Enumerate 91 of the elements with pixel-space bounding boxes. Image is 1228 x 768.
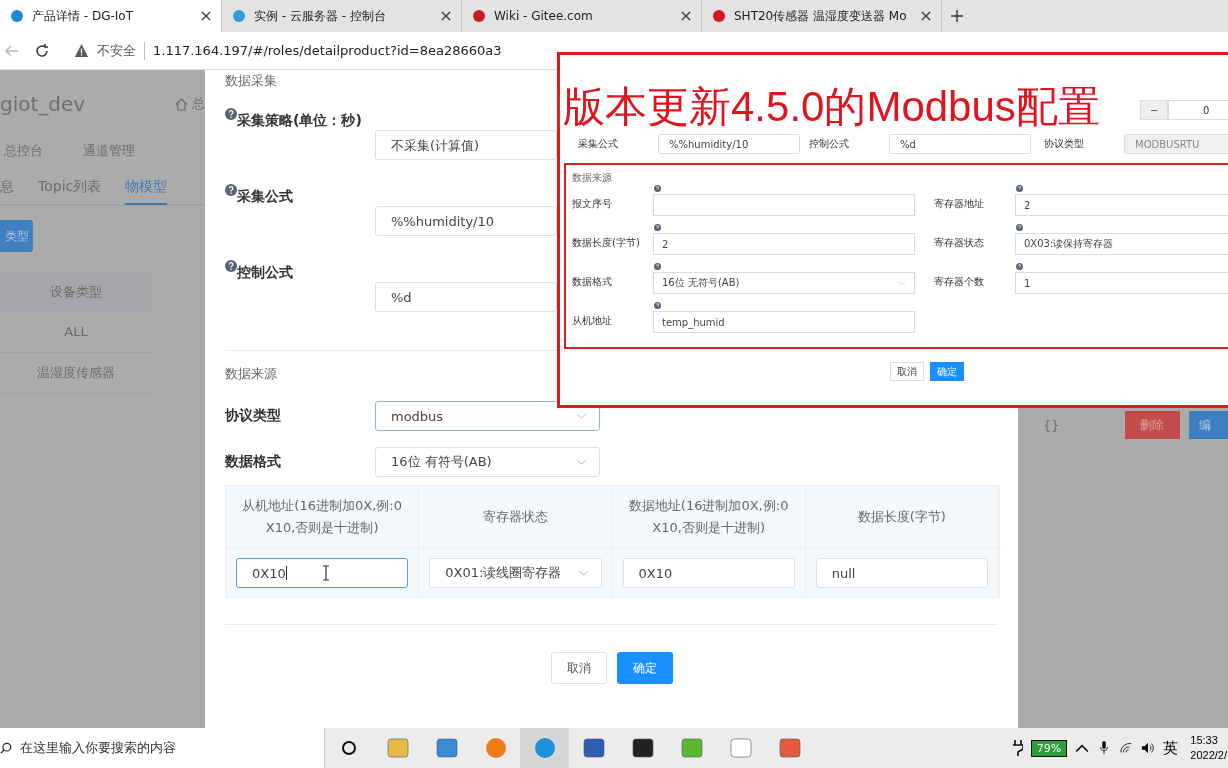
field-label: 从机地址 xyxy=(572,314,613,328)
input-field[interactable]: %%humidity/10 xyxy=(658,134,800,154)
input-field[interactable]: 2 xyxy=(1015,194,1228,216)
browser-tab[interactable]: Wiki - Gitee.com xyxy=(462,0,702,32)
field-label: 控制公式 xyxy=(237,264,293,282)
url-text: 1.117.164.197/#/roles/detailproduct?id=8ea28660a3 xyxy=(153,43,502,58)
browser-tab[interactable]: 实例 - 云服务器 - 控制台 xyxy=(222,0,462,32)
field-label: 寄存器状态 xyxy=(934,236,985,250)
address-bar[interactable]: 不安全 1.117.164.197/#/roles/detailproduct?id=8ea28660a3 xyxy=(64,37,512,64)
help-icon[interactable] xyxy=(654,302,661,309)
field-label: 数据格式 xyxy=(225,453,282,471)
section-title: 数据来源 xyxy=(225,365,277,383)
circle-icon[interactable] xyxy=(341,740,357,756)
field-label: 采集策略(单位：秒) xyxy=(237,112,362,130)
field-label: 协议类型 xyxy=(1044,137,1085,151)
wifi-icon[interactable] xyxy=(1119,741,1134,755)
security-label: 不安全 xyxy=(97,41,145,60)
headline: 版本更新4.5.0的Modbus配置 xyxy=(563,82,1100,132)
value-text: {} xyxy=(1043,417,1061,433)
plug-icon xyxy=(1012,740,1023,756)
text-cursor-icon xyxy=(322,565,330,581)
app-icon[interactable] xyxy=(680,737,703,759)
field-label: 协议类型 xyxy=(225,407,282,425)
input-method-indicator[interactable]: 英 xyxy=(1163,738,1179,758)
cancel-button[interactable]: 取消 xyxy=(550,652,607,684)
help-icon[interactable] xyxy=(225,108,237,120)
chevron-down-icon xyxy=(577,569,589,577)
input-field[interactable]: 不采集(计算值) xyxy=(375,130,557,160)
search-field[interactable]: 在这里输入你要搜索的内容 xyxy=(0,728,325,768)
field-label: 采集公式 xyxy=(237,188,293,206)
help-icon[interactable] xyxy=(654,263,661,270)
help-icon[interactable] xyxy=(1016,185,1023,192)
minus-button[interactable]: − xyxy=(1140,100,1169,120)
close-icon[interactable] xyxy=(201,11,211,21)
input-field[interactable]: %%humidity/10 xyxy=(375,206,557,236)
cancel-button[interactable]: 取消 xyxy=(890,362,924,381)
number-field[interactable]: 0 xyxy=(1168,100,1228,120)
help-icon[interactable] xyxy=(1016,224,1023,231)
help-icon[interactable] xyxy=(654,224,661,231)
close-icon[interactable] xyxy=(921,11,931,21)
select-field[interactable]: 0X01:读线圈寄存器 xyxy=(429,558,602,588)
input-field[interactable]: 0X03:读保持寄存器 xyxy=(1015,233,1228,255)
input-field[interactable] xyxy=(653,194,915,216)
app-icon[interactable] xyxy=(778,737,801,759)
favicon-icon xyxy=(472,9,486,23)
field-label: 控制公式 xyxy=(809,137,850,151)
column-header: 寄存器状态 xyxy=(419,486,613,549)
chevron-down-icon xyxy=(576,458,587,466)
field-label: 数据格式 xyxy=(572,275,613,289)
browser-tab[interactable]: 产品详情 - DG-IoT xyxy=(0,0,222,32)
input-field[interactable]: %d xyxy=(375,282,557,312)
select-field[interactable]: 16位 有符号(AB) xyxy=(375,447,600,477)
field-label: 寄存器地址 xyxy=(934,197,985,211)
input-field[interactable]: 0X10 xyxy=(236,558,409,588)
clock-time[interactable]: 15:33 xyxy=(1190,733,1227,748)
table-header: 设备类型 xyxy=(0,272,152,312)
chevron-down-icon xyxy=(576,412,587,420)
help-icon[interactable] xyxy=(654,185,661,192)
browser-tab[interactable]: SHT20传感器 温湿度变送器 Mo xyxy=(702,0,942,32)
field-label: 寄存器个数 xyxy=(934,275,985,289)
field-label: 数据长度(字节) xyxy=(572,236,641,250)
section-title: 数据来源 xyxy=(572,171,613,185)
help-icon[interactable] xyxy=(225,184,237,196)
warning-icon xyxy=(74,43,89,58)
column-header: 数据地址(16进制加0X,例:0X10,否则是十进制) xyxy=(612,486,806,549)
help-icon[interactable] xyxy=(1016,263,1023,270)
field-label: 报文序号 xyxy=(572,197,613,211)
input-field[interactable]: null xyxy=(815,558,988,588)
input-field[interactable]: 2 xyxy=(653,233,915,255)
input-field[interactable]: 0X10 xyxy=(622,558,795,588)
close-icon[interactable] xyxy=(441,11,451,21)
search-icon xyxy=(0,741,12,755)
close-icon[interactable] xyxy=(681,11,691,21)
refresh-icon[interactable] xyxy=(34,42,50,59)
column-header: 数据长度(字节) xyxy=(805,486,999,549)
chevron-down-icon xyxy=(898,280,906,286)
favicon-icon xyxy=(10,9,24,23)
input-field[interactable]: temp_humid xyxy=(653,311,915,333)
select-field[interactable]: 16位 无符号(AB) xyxy=(653,272,915,294)
clock-date[interactable]: 2022/2/ xyxy=(1190,748,1227,763)
new-tab-icon[interactable] xyxy=(950,9,964,23)
input-field[interactable]: 1 xyxy=(1015,272,1228,294)
favicon-icon xyxy=(232,9,246,23)
column-header: 从机地址(16进制加0X,例:0X10,否则是十进制) xyxy=(226,486,420,549)
section-title: 数据采集 xyxy=(225,72,277,90)
project-name: giot_dev xyxy=(0,92,87,116)
field-label: 采集公式 xyxy=(578,137,619,151)
input-field[interactable]: %d xyxy=(889,134,1031,154)
favicon-icon xyxy=(712,9,726,23)
help-icon[interactable] xyxy=(225,260,237,272)
speaker-icon[interactable] xyxy=(1141,741,1156,755)
